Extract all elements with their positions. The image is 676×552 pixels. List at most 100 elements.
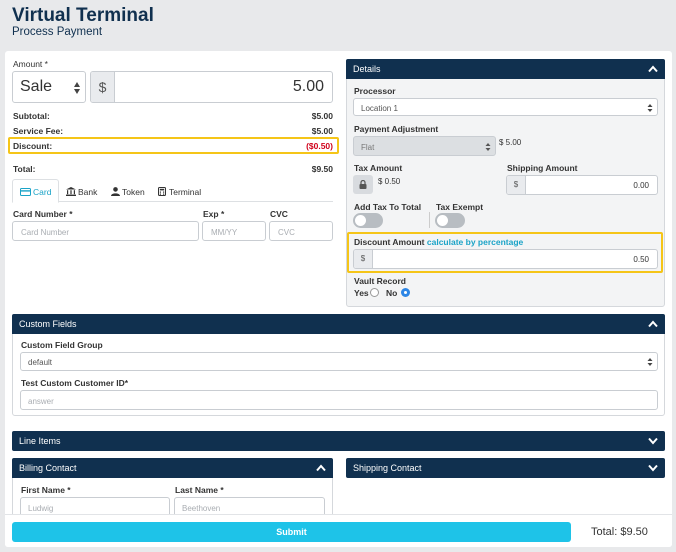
billing-contact-title: Billing Contact <box>19 463 77 473</box>
customer-id-input[interactable]: answer <box>20 390 658 410</box>
amount-currency-addon: $ <box>91 72 115 102</box>
shipping-contact-header[interactable]: Shipping Contact <box>346 458 665 478</box>
tab-card[interactable]: Card <box>12 179 59 203</box>
shipping-contact-title: Shipping Contact <box>353 463 422 473</box>
card-number-input[interactable]: Card Number <box>12 221 199 241</box>
exp-label: Exp * <box>203 209 225 219</box>
custom-field-group-value: default <box>28 358 53 367</box>
shipping-amount-input[interactable]: $ 0.00 <box>506 175 658 195</box>
discount-highlight <box>8 137 339 154</box>
cvc-input[interactable]: CVC <box>269 221 333 241</box>
page-subtitle: Process Payment <box>12 26 103 38</box>
total-value: $9.50 <box>311 164 333 174</box>
subtotal-value: $5.00 <box>311 111 333 121</box>
tab-token-label: Token <box>122 187 145 197</box>
card-icon <box>20 188 31 196</box>
discount-amount-label: Discount Amount calculate by percentage <box>354 237 523 247</box>
tax-amount-value: $ 0.50 <box>378 177 401 186</box>
subtotal-label: Subtotal: <box>13 111 50 121</box>
discount-currency-addon: $ <box>354 250 373 268</box>
vault-no-label: No <box>386 288 398 298</box>
footer-total: Total: $9.50 <box>591 526 648 538</box>
cvc-label: CVC <box>270 209 288 219</box>
total-label: Total: <box>13 164 36 174</box>
vault-record-label: Vault Record <box>354 276 406 286</box>
add-tax-toggle[interactable] <box>353 213 383 228</box>
first-name-label: First Name * <box>21 485 71 495</box>
exp-placeholder: MM/YY <box>211 228 238 237</box>
tab-terminal-label: Terminal <box>169 187 202 197</box>
chevron-down-icon[interactable] <box>648 437 658 445</box>
vault-yes-radio[interactable] <box>370 288 379 297</box>
payment-adjustment-amount: $ 5.00 <box>499 138 522 147</box>
customer-id-placeholder: answer <box>28 397 54 406</box>
billing-contact-header[interactable]: Billing Contact <box>12 458 333 478</box>
shipping-amount-value: 0.00 <box>633 181 649 190</box>
amount-value: 5.00 <box>292 78 324 95</box>
tax-exempt-label: Tax Exempt <box>436 202 484 212</box>
discount-amount-value: 0.50 <box>633 255 649 264</box>
custom-fields-title: Custom Fields <box>19 319 77 329</box>
processor-value: Location 1 <box>361 104 398 113</box>
shipping-amount-label: Shipping Amount <box>507 163 578 173</box>
chevron-down-icon[interactable] <box>648 464 658 472</box>
service-fee-label: Service Fee: <box>13 126 64 136</box>
chevron-up-icon[interactable] <box>316 464 326 472</box>
processor-select[interactable]: Location 1 <box>353 98 658 116</box>
chevron-up-icon[interactable] <box>648 320 658 328</box>
last-name-label: Last Name * <box>175 485 224 495</box>
details-header[interactable]: Details <box>346 59 665 79</box>
discount-value: ($0.50) <box>306 141 333 151</box>
calculate-by-percentage-link[interactable]: calculate by percentage <box>427 237 523 247</box>
amount-input[interactable]: $ 5.00 <box>90 71 333 103</box>
shipping-currency-addon: $ <box>507 176 526 194</box>
select-arrows-icon <box>485 143 491 151</box>
last-name-placeholder: Beethoven <box>182 504 221 513</box>
discount-amount-input[interactable]: $ 0.50 <box>353 249 658 269</box>
vault-yes-label: Yes <box>354 288 369 298</box>
lock-icon <box>359 180 367 189</box>
tab-terminal[interactable]: Terminal <box>155 180 207 202</box>
line-items-header[interactable]: Line Items <box>12 431 665 451</box>
customer-id-label: Test Custom Customer ID* <box>21 378 129 388</box>
chevron-up-icon[interactable] <box>648 65 658 73</box>
card-number-placeholder: Card Number <box>21 228 70 237</box>
tab-card-label: Card <box>33 187 52 197</box>
bank-icon <box>66 187 76 196</box>
payment-adjustment-select[interactable]: Flat <box>353 136 496 156</box>
tax-amount-label: Tax Amount <box>354 163 403 173</box>
amount-label: Amount * <box>13 59 48 69</box>
vault-no-radio[interactable] <box>401 288 410 297</box>
select-arrows-icon <box>647 104 653 112</box>
custom-field-group-label: Custom Field Group <box>21 340 103 350</box>
discount-label: Discount: <box>13 141 53 151</box>
line-items-title: Line Items <box>19 436 61 446</box>
discount-amount-label-text: Discount Amount <box>354 237 425 247</box>
tab-bank-label: Bank <box>78 187 98 197</box>
tab-bank[interactable]: Bank <box>63 180 103 202</box>
tax-lock-button[interactable] <box>353 175 373 194</box>
transaction-type-value: Sale <box>20 78 53 95</box>
payment-adjustment-label: Payment Adjustment <box>354 124 439 134</box>
cvc-placeholder: CVC <box>278 228 295 237</box>
add-tax-label: Add Tax To Total <box>354 202 422 212</box>
card-number-label: Card Number * <box>13 209 73 219</box>
custom-fields-header[interactable]: Custom Fields <box>12 314 665 334</box>
payment-adjustment-value: Flat <box>361 143 375 152</box>
exp-input[interactable]: MM/YY <box>202 221 266 241</box>
custom-field-group-select[interactable]: default <box>20 352 658 371</box>
details-title: Details <box>353 64 381 74</box>
processor-label: Processor <box>354 86 396 96</box>
tab-token[interactable]: Token <box>108 180 150 202</box>
page-title: Virtual Terminal <box>12 5 154 26</box>
select-arrows-icon <box>74 82 80 94</box>
calculator-icon <box>158 187 166 196</box>
submit-button[interactable]: Submit <box>12 522 571 542</box>
tax-exempt-toggle[interactable] <box>435 213 465 228</box>
first-name-placeholder: Ludwig <box>28 504 54 513</box>
toggle-divider <box>429 212 430 228</box>
user-icon <box>111 187 120 196</box>
select-arrows-icon <box>647 358 653 366</box>
service-fee-value: $5.00 <box>311 126 333 136</box>
transaction-type-select[interactable]: Sale <box>12 71 86 103</box>
